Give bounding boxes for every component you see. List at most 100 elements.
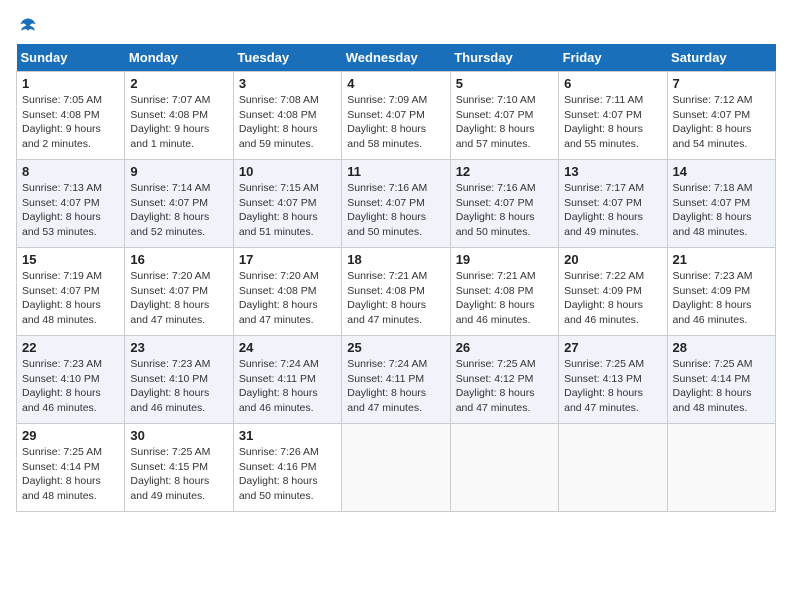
calendar-cell: 30 Sunrise: 7:25 AM Sunset: 4:15 PM Dayli… (125, 424, 233, 512)
calendar-cell: 31 Sunrise: 7:26 AM Sunset: 4:16 PM Dayli… (233, 424, 341, 512)
day-header-thursday: Thursday (450, 44, 558, 72)
day-number: 12 (456, 164, 553, 179)
calendar-cell (450, 424, 558, 512)
day-number: 10 (239, 164, 336, 179)
day-number: 18 (347, 252, 444, 267)
day-number: 23 (130, 340, 227, 355)
day-info: Sunrise: 7:07 AM Sunset: 4:08 PM Dayligh… (130, 93, 227, 152)
day-info: Sunrise: 7:19 AM Sunset: 4:07 PM Dayligh… (22, 269, 119, 328)
day-number: 3 (239, 76, 336, 91)
day-number: 28 (673, 340, 770, 355)
day-number: 26 (456, 340, 553, 355)
calendar-cell: 11Sunrise: 7:16 AM Sunset: 4:07 PM Dayli… (342, 160, 450, 248)
calendar-cell: 9 Sunrise: 7:14 AM Sunset: 4:07 PM Daylig… (125, 160, 233, 248)
day-info: Sunrise: 7:23 AM Sunset: 4:09 PM Dayligh… (673, 269, 770, 328)
day-number: 25 (347, 340, 444, 355)
calendar-cell: 28 Sunrise: 7:25 AM Sunset: 4:14 PM Dayli… (667, 336, 775, 424)
calendar-cell: 25Sunrise: 7:24 AM Sunset: 4:11 PM Dayli… (342, 336, 450, 424)
calendar-cell: 8 Sunrise: 7:13 AM Sunset: 4:07 PM Daylig… (17, 160, 125, 248)
week-row-1: 1Sunrise: 7:05 AM Sunset: 4:08 PM Daylig… (17, 72, 776, 160)
calendar-cell: 27 Sunrise: 7:25 AM Sunset: 4:13 PM Dayli… (559, 336, 667, 424)
day-info: Sunrise: 7:15 AM Sunset: 4:07 PM Dayligh… (239, 181, 336, 240)
day-info: Sunrise: 7:16 AM Sunset: 4:07 PM Dayligh… (456, 181, 553, 240)
day-info: Sunrise: 7:25 AM Sunset: 4:13 PM Dayligh… (564, 357, 661, 416)
day-info: Sunrise: 7:11 AM Sunset: 4:07 PM Dayligh… (564, 93, 661, 152)
day-number: 7 (673, 76, 770, 91)
day-info: Sunrise: 7:13 AM Sunset: 4:07 PM Dayligh… (22, 181, 119, 240)
day-number: 6 (564, 76, 661, 91)
logo-bird-icon (18, 16, 38, 36)
day-number: 30 (130, 428, 227, 443)
day-info: Sunrise: 7:25 AM Sunset: 4:14 PM Dayligh… (22, 445, 119, 504)
day-info: Sunrise: 7:08 AM Sunset: 4:08 PM Dayligh… (239, 93, 336, 152)
logo (16, 16, 38, 36)
day-info: Sunrise: 7:25 AM Sunset: 4:15 PM Dayligh… (130, 445, 227, 504)
day-info: Sunrise: 7:12 AM Sunset: 4:07 PM Dayligh… (673, 93, 770, 152)
day-info: Sunrise: 7:18 AM Sunset: 4:07 PM Dayligh… (673, 181, 770, 240)
calendar-cell: 5 Sunrise: 7:10 AM Sunset: 4:07 PM Daylig… (450, 72, 558, 160)
calendar-cell (342, 424, 450, 512)
calendar-cell: 26 Sunrise: 7:25 AM Sunset: 4:12 PM Dayli… (450, 336, 558, 424)
day-info: Sunrise: 7:14 AM Sunset: 4:07 PM Dayligh… (130, 181, 227, 240)
day-number: 13 (564, 164, 661, 179)
week-row-2: 8 Sunrise: 7:13 AM Sunset: 4:07 PM Daylig… (17, 160, 776, 248)
header (16, 16, 776, 36)
calendar-cell: 21Sunrise: 7:23 AM Sunset: 4:09 PM Dayli… (667, 248, 775, 336)
day-header-friday: Friday (559, 44, 667, 72)
day-header-saturday: Saturday (667, 44, 775, 72)
day-info: Sunrise: 7:23 AM Sunset: 4:10 PM Dayligh… (22, 357, 119, 416)
day-number: 9 (130, 164, 227, 179)
day-info: Sunrise: 7:25 AM Sunset: 4:12 PM Dayligh… (456, 357, 553, 416)
day-number: 2 (130, 76, 227, 91)
day-info: Sunrise: 7:20 AM Sunset: 4:08 PM Dayligh… (239, 269, 336, 328)
day-info: Sunrise: 7:21 AM Sunset: 4:08 PM Dayligh… (347, 269, 444, 328)
day-header-monday: Monday (125, 44, 233, 72)
day-number: 15 (22, 252, 119, 267)
calendar-cell: 23 Sunrise: 7:23 AM Sunset: 4:10 PM Dayli… (125, 336, 233, 424)
calendar-cell (559, 424, 667, 512)
day-info: Sunrise: 7:26 AM Sunset: 4:16 PM Dayligh… (239, 445, 336, 504)
day-header-sunday: Sunday (17, 44, 125, 72)
calendar-cell: 24Sunrise: 7:24 AM Sunset: 4:11 PM Dayli… (233, 336, 341, 424)
calendar-cell: 17 Sunrise: 7:20 AM Sunset: 4:08 PM Dayli… (233, 248, 341, 336)
calendar-cell: 7 Sunrise: 7:12 AM Sunset: 4:07 PM Daylig… (667, 72, 775, 160)
day-number: 24 (239, 340, 336, 355)
header-row: SundayMondayTuesdayWednesdayThursdayFrid… (17, 44, 776, 72)
calendar-cell: 1Sunrise: 7:05 AM Sunset: 4:08 PM Daylig… (17, 72, 125, 160)
week-row-3: 15 Sunrise: 7:19 AM Sunset: 4:07 PM Dayli… (17, 248, 776, 336)
calendar-cell: 19 Sunrise: 7:21 AM Sunset: 4:08 PM Dayli… (450, 248, 558, 336)
calendar-cell (667, 424, 775, 512)
day-number: 16 (130, 252, 227, 267)
week-row-4: 22 Sunrise: 7:23 AM Sunset: 4:10 PM Dayli… (17, 336, 776, 424)
week-row-5: 29 Sunrise: 7:25 AM Sunset: 4:14 PM Dayli… (17, 424, 776, 512)
calendar-table: SundayMondayTuesdayWednesdayThursdayFrid… (16, 44, 776, 512)
day-number: 17 (239, 252, 336, 267)
calendar-cell: 2 Sunrise: 7:07 AM Sunset: 4:08 PM Daylig… (125, 72, 233, 160)
day-number: 20 (564, 252, 661, 267)
day-number: 27 (564, 340, 661, 355)
calendar-cell: 16Sunrise: 7:20 AM Sunset: 4:07 PM Dayli… (125, 248, 233, 336)
day-number: 14 (673, 164, 770, 179)
day-number: 31 (239, 428, 336, 443)
calendar-cell: 12 Sunrise: 7:16 AM Sunset: 4:07 PM Dayli… (450, 160, 558, 248)
day-number: 19 (456, 252, 553, 267)
day-info: Sunrise: 7:25 AM Sunset: 4:14 PM Dayligh… (673, 357, 770, 416)
day-info: Sunrise: 7:05 AM Sunset: 4:08 PM Dayligh… (22, 93, 119, 152)
day-info: Sunrise: 7:22 AM Sunset: 4:09 PM Dayligh… (564, 269, 661, 328)
calendar-cell: 3 Sunrise: 7:08 AM Sunset: 4:08 PM Daylig… (233, 72, 341, 160)
day-number: 5 (456, 76, 553, 91)
day-info: Sunrise: 7:10 AM Sunset: 4:07 PM Dayligh… (456, 93, 553, 152)
day-info: Sunrise: 7:23 AM Sunset: 4:10 PM Dayligh… (130, 357, 227, 416)
calendar-cell: 6 Sunrise: 7:11 AM Sunset: 4:07 PM Daylig… (559, 72, 667, 160)
day-number: 8 (22, 164, 119, 179)
calendar-cell: 4Sunrise: 7:09 AM Sunset: 4:07 PM Daylig… (342, 72, 450, 160)
day-header-wednesday: Wednesday (342, 44, 450, 72)
calendar-cell: 18 Sunrise: 7:21 AM Sunset: 4:08 PM Dayli… (342, 248, 450, 336)
calendar-cell: 29 Sunrise: 7:25 AM Sunset: 4:14 PM Dayli… (17, 424, 125, 512)
calendar-cell: 13Sunrise: 7:17 AM Sunset: 4:07 PM Dayli… (559, 160, 667, 248)
day-number: 4 (347, 76, 444, 91)
day-info: Sunrise: 7:21 AM Sunset: 4:08 PM Dayligh… (456, 269, 553, 328)
calendar-cell: 22 Sunrise: 7:23 AM Sunset: 4:10 PM Dayli… (17, 336, 125, 424)
day-number: 22 (22, 340, 119, 355)
day-number: 29 (22, 428, 119, 443)
